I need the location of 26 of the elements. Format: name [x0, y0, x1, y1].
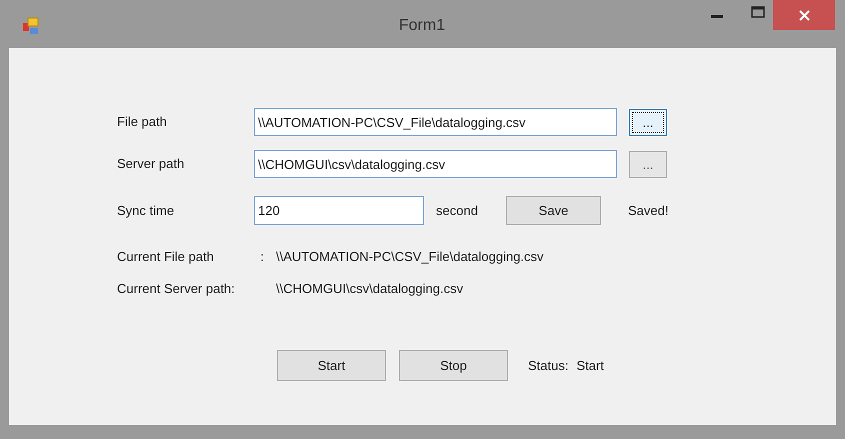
- info-value: \\CHOMGUI\csv\datalogging.csv: [276, 280, 464, 298]
- colon-separator: :: [260, 248, 264, 266]
- unit-label: second: [436, 202, 479, 220]
- field-label: Server path: [117, 155, 186, 174]
- info-value: \\AUTOMATION-PC\CSV_File\datalogging.csv: [276, 248, 544, 266]
- browse-button[interactable]: ...: [629, 108, 667, 136]
- field-label: File path: [117, 113, 168, 132]
- info-label: Current Server path:: [117, 280, 235, 298]
- window-title: Form1: [398, 16, 446, 36]
- action-button[interactable]: Stop: [399, 350, 508, 381]
- maximize-icon[interactable]: [751, 6, 765, 18]
- close-button[interactable]: [773, 0, 835, 30]
- path-field[interactable]: \\CHOMGUI\csv\datalogging.csv: [254, 150, 617, 178]
- minimize-icon[interactable]: [711, 12, 723, 18]
- saved-message: Saved!: [628, 202, 668, 220]
- action-button[interactable]: Start: [277, 350, 386, 381]
- status-value: Start: [576, 356, 604, 375]
- path-field[interactable]: \\AUTOMATION-PC\CSV_File\datalogging.csv: [254, 108, 617, 136]
- field-label: Sync time: [117, 202, 176, 220]
- browse-button[interactable]: ...: [629, 150, 667, 178]
- status-label: Status:: [528, 356, 568, 375]
- save-button[interactable]: Save: [506, 196, 601, 225]
- close-icon: [798, 10, 810, 20]
- app-icon: [22, 17, 40, 35]
- info-label: Current File path: [117, 248, 214, 266]
- sync-time-field[interactable]: 120: [254, 196, 424, 225]
